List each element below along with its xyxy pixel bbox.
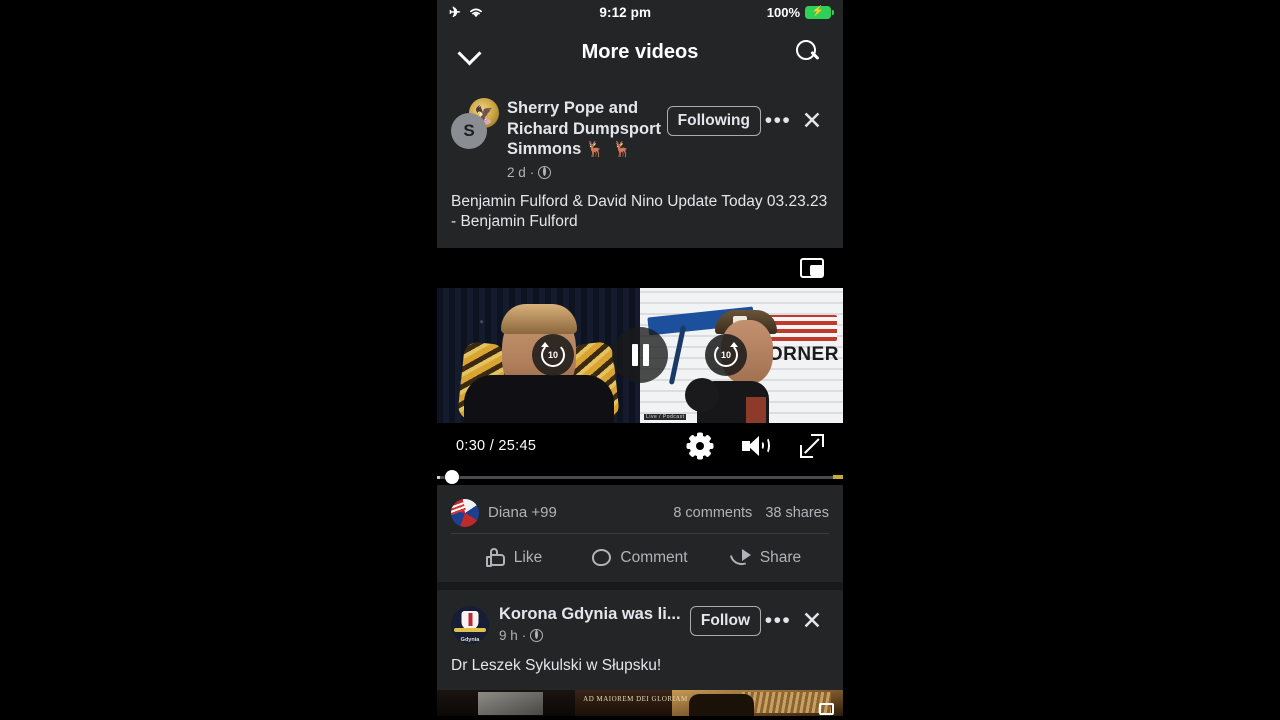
flag-avatar xyxy=(451,498,479,527)
phone-viewport: ✈ 9:12 pm 100% ⚡ More videos 🦅 S Sherry … xyxy=(437,0,843,720)
share-label: Share xyxy=(759,548,802,566)
wifi-icon xyxy=(469,8,482,18)
post-card-1: 🦅 S Sherry Pope and Richard Dumpsport Si… xyxy=(437,80,843,248)
battery-percent-label: 100% xyxy=(766,4,800,20)
status-bar-right: 100% ⚡ xyxy=(766,4,835,20)
chevron-down-icon[interactable] xyxy=(459,41,481,63)
post-separator xyxy=(437,581,843,590)
post-timestamp: 2 d xyxy=(507,164,526,180)
post-engagement-1: Diana +99 8 comments 38 shares Like Comm… xyxy=(437,484,843,582)
post-body-1: Benjamin Fulford & David Nino Update Tod… xyxy=(451,192,828,230)
meta-separator-2: · xyxy=(521,627,527,643)
status-bar-clock: 9:12 pm xyxy=(599,4,652,20)
battery-charging-icon: ⚡ xyxy=(805,5,835,19)
post-header-2: Gdynia Korona Gdynia was li... 9 h · Fol… xyxy=(437,590,843,646)
screen: ✈ 9:12 pm 100% ⚡ More videos 🦅 S Sherry … xyxy=(0,0,1280,720)
video-frame[interactable]: CORNER Live / Podcast 10 10 xyxy=(437,287,843,423)
post-author-block-2: Korona Gdynia was li... 9 h · xyxy=(499,604,690,643)
gear-icon[interactable] xyxy=(686,432,714,459)
video-time-display: 0:30 / 25:45 xyxy=(456,437,537,454)
korona-gdynia-crest-icon[interactable]: Gdynia xyxy=(451,605,489,644)
comment-bubble-icon xyxy=(592,549,612,566)
picture-in-picture-icon[interactable] xyxy=(800,257,824,278)
video-progress-bar[interactable] xyxy=(437,468,843,485)
meta-separator: · xyxy=(529,164,535,180)
comment-button[interactable]: Comment xyxy=(577,549,703,567)
expand-icon[interactable] xyxy=(800,433,824,458)
rewind-10-button[interactable]: 10 xyxy=(532,334,574,376)
page-title: More videos xyxy=(581,40,699,63)
author-emoji: 🦌 🦌 xyxy=(585,141,634,158)
engagement-counts: 8 comments 38 shares xyxy=(673,505,829,521)
post-meta-1: 2 d · xyxy=(507,165,667,180)
video-watermark: Live / Podcast xyxy=(644,413,687,420)
video-top-bar xyxy=(437,247,843,288)
progress-played xyxy=(437,475,440,479)
post-2-video-thumbnail[interactable]: AD MAIOREM DEI GLORIAM xyxy=(437,689,843,716)
forward-10-button[interactable]: 10 xyxy=(705,334,747,376)
status-bar: ✈ 9:12 pm 100% ⚡ xyxy=(437,0,843,24)
ellipsis-icon[interactable]: ••• xyxy=(761,110,795,131)
video-controls: 0:30 / 25:45 xyxy=(437,422,843,469)
avatar-initial: S xyxy=(451,113,487,149)
share-button[interactable]: Share xyxy=(703,548,829,568)
globe-icon xyxy=(538,165,552,179)
post-header-1: 🦅 S Sherry Pope and Richard Dumpsport Si… xyxy=(437,80,843,184)
volume-up-icon[interactable] xyxy=(742,435,770,457)
post-author-name-2[interactable]: Korona Gdynia was li... xyxy=(499,604,681,624)
share-arrow-icon xyxy=(729,549,751,568)
rewind-seconds-label: 10 xyxy=(547,350,558,360)
like-label: Like xyxy=(513,548,543,566)
progress-track xyxy=(437,475,843,479)
post-timestamp-2: 9 h xyxy=(499,627,518,643)
close-icon[interactable]: ✕ xyxy=(795,109,829,134)
crest-label: Gdynia xyxy=(460,636,480,643)
video-player: CORNER Live / Podcast 10 10 0:30 / 25:45 xyxy=(437,247,843,485)
following-button[interactable]: Following xyxy=(666,106,761,136)
search-icon[interactable] xyxy=(795,39,821,65)
ellipsis-icon[interactable]: ••• xyxy=(761,610,795,631)
thumbs-up-icon xyxy=(485,548,505,567)
close-icon[interactable]: ✕ xyxy=(795,608,829,633)
forward-seconds-label: 10 xyxy=(720,350,731,360)
post-author-name[interactable]: Sherry Pope and Richard Dumpsport Simmon… xyxy=(507,98,667,161)
post-author-block-1: Sherry Pope and Richard Dumpsport Simmon… xyxy=(507,96,667,180)
post-author-label: Sherry Pope and Richard Dumpsport Simmon… xyxy=(507,99,662,158)
engagement-actions: Like Comment Share xyxy=(451,534,829,582)
comment-label: Comment xyxy=(620,548,688,566)
reactor-name[interactable]: Diana +99 xyxy=(488,504,557,521)
status-bar-left: ✈ xyxy=(449,4,484,21)
progress-scrubber[interactable] xyxy=(445,469,459,484)
post-body-2: Dr Leszek Sykulski w Słupsku! xyxy=(451,656,662,674)
post-card-2: Gdynia Korona Gdynia was li... 9 h · Fol… xyxy=(437,589,843,690)
comment-count[interactable]: 8 comments xyxy=(673,505,752,521)
pause-icon xyxy=(631,344,649,366)
video-control-icons xyxy=(686,432,824,459)
progress-highlight xyxy=(833,475,843,479)
like-button[interactable]: Like xyxy=(451,548,577,567)
post-actions-1: Following ••• ✕ xyxy=(666,96,829,136)
share-count[interactable]: 38 shares xyxy=(765,505,829,521)
app-header: More videos xyxy=(437,24,843,80)
airplane-mode-icon: ✈ xyxy=(449,3,461,20)
follow-button[interactable]: Follow xyxy=(689,605,761,636)
thumbnail-inscription: AD MAIOREM DEI GLORIAM xyxy=(583,695,688,704)
globe-icon xyxy=(530,628,544,642)
picture-in-picture-icon[interactable] xyxy=(819,702,834,715)
pause-button[interactable] xyxy=(612,327,668,383)
post-actions-2: Follow ••• ✕ xyxy=(689,604,829,636)
avatar[interactable]: 🦅 S xyxy=(451,96,499,149)
post-meta-2: 9 h · xyxy=(499,628,690,643)
engagement-summary: Diana +99 8 comments 38 shares xyxy=(451,493,829,533)
